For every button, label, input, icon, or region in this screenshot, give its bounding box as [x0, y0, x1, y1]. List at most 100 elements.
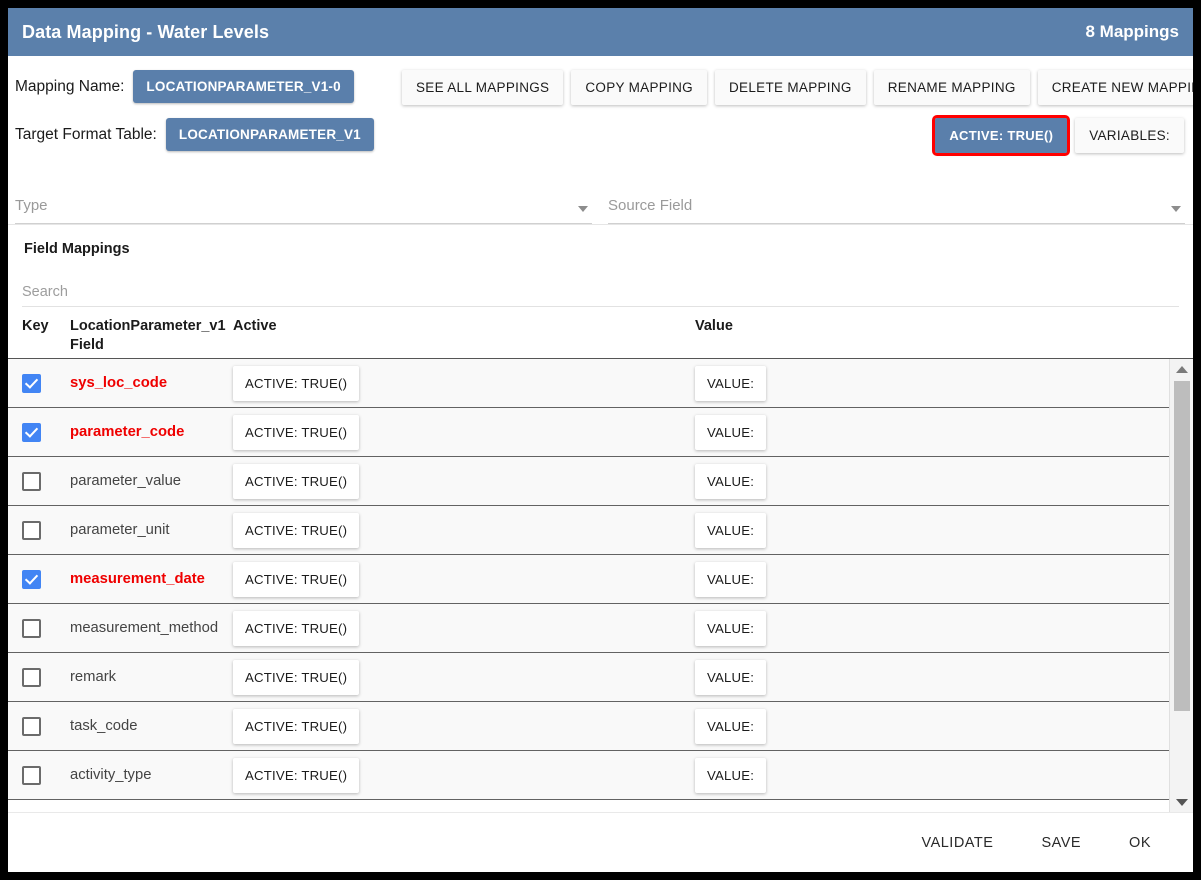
type-select[interactable]: Type [15, 188, 592, 224]
row-value-button[interactable]: VALUE: [695, 610, 767, 646]
value-cell: VALUE: [695, 708, 1155, 744]
row-active-button[interactable]: ACTIVE: TRUE() [233, 610, 360, 646]
mapping-name-row: Mapping Name: LOCATIONPARAMETER_V1-0 [15, 70, 354, 103]
page-title: Data Mapping - Water Levels [22, 21, 270, 42]
row-active-button[interactable]: ACTIVE: TRUE() [233, 512, 360, 548]
scroll-down-arrow-icon[interactable] [1170, 792, 1193, 812]
field-name-cell: measurement_date [70, 570, 233, 588]
source-field-select[interactable]: Source Field [608, 188, 1185, 224]
key-checkbox[interactable] [22, 569, 41, 589]
row-value-button[interactable]: VALUE: [695, 365, 767, 401]
field-name-label: parameter_code [70, 424, 185, 440]
mapping-name-chip[interactable]: LOCATIONPARAMETER_V1-0 [133, 70, 354, 103]
field-name-cell: parameter_value [70, 472, 233, 490]
field-name-label: measurement_date [70, 571, 205, 587]
field-name-cell: task_code [70, 717, 233, 735]
rename-mapping-button[interactable]: RENAME MAPPING [873, 70, 1030, 105]
variables-button[interactable]: VARIABLES: [1075, 118, 1184, 153]
row-active-button[interactable]: ACTIVE: TRUE() [233, 365, 360, 401]
active-cell: ACTIVE: TRUE() [233, 414, 695, 450]
column-header-active: Active [233, 318, 277, 334]
row-active-button[interactable]: ACTIVE: TRUE() [233, 659, 360, 695]
field-name-cell: sys_loc_code [70, 374, 233, 392]
mapping-active-button[interactable]: ACTIVE: TRUE() [932, 115, 1071, 156]
field-name-cell: measurement_method [70, 619, 233, 637]
save-button[interactable]: SAVE [1017, 823, 1105, 863]
toolbar: Mapping Name: LOCATIONPARAMETER_V1-0 Tar… [8, 56, 1193, 180]
type-select-placeholder: Type [15, 197, 48, 214]
row-active-button[interactable]: ACTIVE: TRUE() [233, 561, 360, 597]
active-cell: ACTIVE: TRUE() [233, 659, 695, 695]
column-header-value: Value [695, 318, 733, 334]
row-active-button[interactable]: ACTIVE: TRUE() [233, 757, 360, 793]
mapping-name-label: Mapping Name: [15, 77, 125, 95]
see-all-mappings-button[interactable]: SEE ALL MAPPINGS [402, 70, 564, 105]
target-format-row: Target Format Table: LOCATIONPARAMETER_V… [15, 118, 374, 151]
field-name-label: parameter_unit [70, 522, 170, 538]
mappings-count-badge: 8 Mappings [1085, 22, 1179, 41]
chevron-down-icon [1171, 206, 1181, 212]
table-row: parameter_value ACTIVE: TRUE() VALUE: [8, 457, 1169, 506]
value-cell: VALUE: [695, 512, 1155, 548]
active-cell: ACTIVE: TRUE() [233, 610, 695, 646]
key-cell [22, 373, 70, 393]
row-active-button[interactable]: ACTIVE: TRUE() [233, 463, 360, 499]
value-cell: VALUE: [695, 757, 1155, 793]
dialog-window: Data Mapping - Water Levels 8 Mappings M… [8, 8, 1193, 872]
key-checkbox[interactable] [22, 618, 41, 638]
field-name-label: activity_type [70, 767, 152, 783]
column-header-key: Key [22, 318, 49, 334]
row-value-button[interactable]: VALUE: [695, 561, 767, 597]
value-cell: VALUE: [695, 365, 1155, 401]
target-format-label: Target Format Table: [15, 125, 157, 143]
scrollbar-thumb[interactable] [1174, 381, 1190, 711]
ok-button[interactable]: OK [1105, 823, 1175, 863]
row-value-button[interactable]: VALUE: [695, 757, 767, 793]
key-checkbox[interactable] [22, 765, 41, 785]
dialog-footer: VALIDATE SAVE OK [8, 812, 1193, 872]
field-mappings-title: Field Mappings [24, 241, 130, 257]
row-value-button[interactable]: VALUE: [695, 512, 767, 548]
scroll-up-arrow-icon[interactable] [1170, 359, 1193, 379]
table-row: sys_loc_code ACTIVE: TRUE() VALUE: [8, 359, 1169, 408]
key-checkbox[interactable] [22, 471, 41, 491]
table-row: parameter_unit ACTIVE: TRUE() VALUE: [8, 506, 1169, 555]
row-active-button[interactable]: ACTIVE: TRUE() [233, 708, 360, 744]
mapping-actions-group: SEE ALL MAPPINGS COPY MAPPING DELETE MAP… [402, 70, 1193, 105]
target-format-chip[interactable]: LOCATIONPARAMETER_V1 [165, 118, 374, 151]
key-checkbox[interactable] [22, 373, 41, 393]
row-value-button[interactable]: VALUE: [695, 659, 767, 695]
table-header-row: Key LocationParameter_v1 Field Active Va… [8, 307, 1193, 359]
value-cell: VALUE: [695, 414, 1155, 450]
delete-mapping-button[interactable]: DELETE MAPPING [714, 70, 866, 105]
row-value-button[interactable]: VALUE: [695, 708, 767, 744]
value-cell: VALUE: [695, 463, 1155, 499]
row-active-button[interactable]: ACTIVE: TRUE() [233, 414, 360, 450]
vertical-scrollbar[interactable] [1169, 359, 1193, 812]
key-checkbox[interactable] [22, 520, 41, 540]
chevron-down-icon [578, 206, 588, 212]
active-cell: ACTIVE: TRUE() [233, 561, 695, 597]
value-cell: VALUE: [695, 610, 1155, 646]
row-value-button[interactable]: VALUE: [695, 414, 767, 450]
key-cell [22, 471, 70, 491]
value-cell: VALUE: [695, 561, 1155, 597]
key-cell [22, 716, 70, 736]
search-input[interactable] [22, 284, 1179, 300]
field-name-cell: parameter_unit [70, 521, 233, 539]
copy-mapping-button[interactable]: COPY MAPPING [571, 70, 707, 105]
key-checkbox[interactable] [22, 667, 41, 687]
key-checkbox[interactable] [22, 422, 41, 442]
mapping-settings-group: ACTIVE: TRUE() VARIABLES: [932, 115, 1184, 156]
active-cell: ACTIVE: TRUE() [233, 708, 695, 744]
key-cell [22, 422, 70, 442]
key-cell [22, 765, 70, 785]
field-name-label: parameter_value [70, 473, 182, 489]
table-row: task_code ACTIVE: TRUE() VALUE: [8, 702, 1169, 751]
key-cell [22, 569, 70, 589]
create-new-mapping-button[interactable]: CREATE NEW MAPPING [1037, 70, 1193, 105]
active-cell: ACTIVE: TRUE() [233, 757, 695, 793]
row-value-button[interactable]: VALUE: [695, 463, 767, 499]
key-checkbox[interactable] [22, 716, 41, 736]
validate-button[interactable]: VALIDATE [897, 823, 1017, 863]
